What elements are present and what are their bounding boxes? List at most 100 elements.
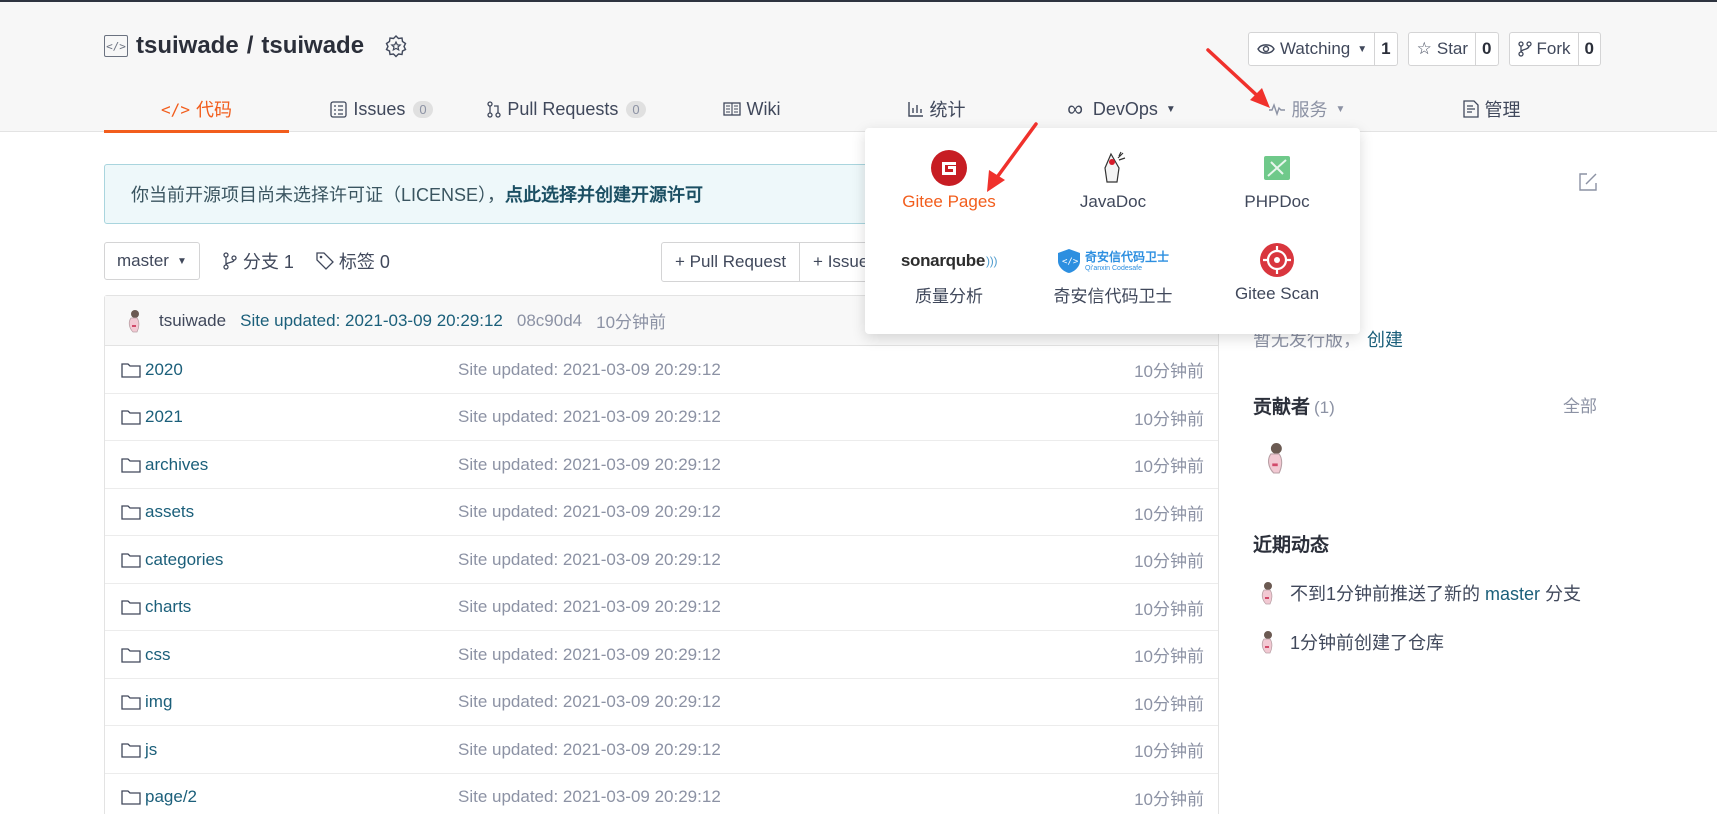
fork-count[interactable]: 0 [1579,33,1600,65]
folder-icon [121,647,141,663]
commit-sha[interactable]: 08c90d4 [517,311,582,331]
file-name-link[interactable]: page/2 [121,774,197,814]
table-row: js Site updated: 2021-03-09 20:29:12 10分钟前 [105,726,1218,774]
tab-pull-requests[interactable]: Pull Requests 0 [474,88,659,130]
file-name-link[interactable]: img [121,679,172,726]
menu-item-label: 质量分析 [915,287,983,306]
new-issue-button[interactable]: + Issue [799,243,869,281]
file-name-link[interactable]: charts [121,584,191,631]
file-commit-message[interactable]: Site updated: 2021-03-09 20:29:12 [458,489,721,536]
repo-owner-link[interactable]: tsuiwade [136,32,239,60]
star-button[interactable]: ☆ Star [1409,33,1477,65]
contributors-count: (1) [1314,398,1335,417]
activity-branch-link[interactable]: master [1485,584,1540,604]
folder-icon [121,505,141,520]
avatar[interactable] [1256,629,1278,655]
menu-item-gitee-pages[interactable]: Gitee Pages [869,150,1029,212]
create-buttons: + Pull Request + Issue [661,242,871,282]
table-row: 2020 Site updated: 2021-03-09 20:29:12 10分… [105,346,1218,394]
tab-stats[interactable]: 统计 [844,88,1029,130]
contributors-all-link[interactable]: 全部 [1563,392,1597,417]
tags-link[interactable]: 标签 0 [316,248,390,274]
caret-down-icon: ▼ [1357,43,1368,55]
tab-code[interactable]: </> 代码 [104,88,289,133]
tab-issues-label: Issues [353,98,406,119]
commit-author[interactable]: tsuiwade [159,311,226,331]
file-commit-message[interactable]: Site updated: 2021-03-09 20:29:12 [458,441,721,488]
branch-select[interactable]: master ▼ [104,242,200,280]
avatar[interactable] [1256,580,1278,606]
repo-separator: / [246,32,254,59]
commit-message[interactable]: Site updated: 2021-03-09 20:29:12 [240,311,503,331]
tab-manage[interactable]: 管理 [1399,88,1584,130]
tab-wiki[interactable]: Wiki [659,88,844,130]
activity-suffix: 分支 [1540,584,1582,604]
file-commit-message[interactable]: Site updated: 2021-03-09 20:29:12 [458,679,721,726]
file-name-link[interactable]: categories [121,536,223,583]
menu-item-label: PHPDoc [1244,192,1310,211]
table-row: categories Site updated: 2021-03-09 20:29… [105,536,1218,584]
file-name-link[interactable]: js [121,726,157,773]
table-row: charts Site updated: 2021-03-09 20:29:12 1… [105,584,1218,631]
tab-pull-requests-count: 0 [626,100,646,118]
table-row: assets Site updated: 2021-03-09 20:29:12 1… [105,489,1218,536]
menu-item-javadoc[interactable]: JavaDoc [1033,150,1193,212]
fork-button[interactable]: Fork [1510,33,1579,65]
file-name: js [145,739,158,759]
edit-icon[interactable] [1578,172,1598,192]
file-name: 2020 [145,359,183,379]
file-name-link[interactable]: archives [121,441,208,488]
create-license-link[interactable]: 点此选择并创建开源许可 [505,181,703,207]
new-pull-request-button[interactable]: + Pull Request [662,243,799,281]
menu-item-phpdoc[interactable]: PHPDoc [1197,150,1357,212]
file-name: categories [145,549,224,569]
issues-icon [330,100,348,118]
star-label: Star [1436,39,1469,58]
create-release-link[interactable]: 创建 [1367,330,1403,350]
file-commit-message[interactable]: Site updated: 2021-03-09 20:29:12 [458,584,721,631]
file-commit-message[interactable]: Site updated: 2021-03-09 20:29:12 [458,394,721,441]
file-name-link[interactable]: 2021 [121,394,183,441]
file-commit-message[interactable]: Site updated: 2021-03-09 20:29:12 [458,536,721,583]
branches-link[interactable]: 分支 1 [222,248,294,274]
file-name: charts [145,597,192,616]
menu-item-gitee-scan[interactable]: Gitee Scan [1197,242,1357,304]
file-commit-time: 10分钟前 [1134,599,1204,619]
file-name-link[interactable]: 2020 [121,346,183,393]
activity-text: 不到1分钟前推送了新的 master 分支 [1290,580,1581,606]
file-name-link[interactable]: css [121,631,171,678]
watch-button[interactable]: Watching ▼ [1249,33,1376,65]
eye-icon [1257,44,1275,54]
fork-icon [1517,41,1532,57]
tab-issues[interactable]: Issues 0 [289,88,474,130]
tab-services[interactable]: 服务 ▼ [1214,88,1399,130]
table-row: css Site updated: 2021-03-09 20:29:12 10分钟… [105,631,1218,679]
license-notice-text: 你当前开源项目尚未选择许可证（LICENSE）， [131,185,506,205]
contributor-avatar[interactable] [1260,438,1290,478]
file-commit-message[interactable]: Site updated: 2021-03-09 20:29:12 [458,726,721,773]
svg-text:</>: </> [1062,257,1079,267]
file-commit-message[interactable]: Site updated: 2021-03-09 20:29:12 [458,631,721,678]
file-table: tsuiwade Site updated: 2021-03-09 20:29:… [104,295,1219,814]
activity-text: 1分钟前创建了仓库 [1290,633,1445,653]
tab-devops[interactable]: ∞ DevOps ▼ [1029,88,1214,130]
file-commit-message[interactable]: Site updated: 2021-03-09 20:29:12 [458,774,721,814]
watch-button-group: Watching ▼ 1 [1248,32,1398,66]
qianxin-codesafe-icon: </> 奇安信代码卫士 Qi'anxin Codesafe [1057,246,1169,276]
recommend-badge-icon[interactable] [384,34,408,58]
file-commit-time: 10分钟前 [1134,647,1204,666]
menu-item-sonarqube[interactable]: sonarqube))) 质量分析 [869,246,1029,307]
file-list: 2020 Site updated: 2021-03-09 20:29:12 10分… [105,346,1218,814]
tab-manage-label: 管理 [1484,100,1521,120]
file-commit-message[interactable]: Site updated: 2021-03-09 20:29:12 [458,346,721,393]
avatar[interactable] [123,308,145,334]
menu-item-label: JavaDoc [1079,192,1147,211]
menu-item-qianxin[interactable]: </> 奇安信代码卫士 Qi'anxin Codesafe 奇安信代码卫士 [1033,246,1193,307]
pull-request-icon [487,100,501,118]
file-name: img [145,692,173,711]
repo-name-link[interactable]: tsuiwade [261,32,364,60]
watch-count[interactable]: 1 [1375,33,1396,65]
file-name-link[interactable]: assets [121,489,194,536]
star-count[interactable]: 0 [1476,33,1497,65]
file-commit-time: 10分钟前 [1134,457,1204,476]
